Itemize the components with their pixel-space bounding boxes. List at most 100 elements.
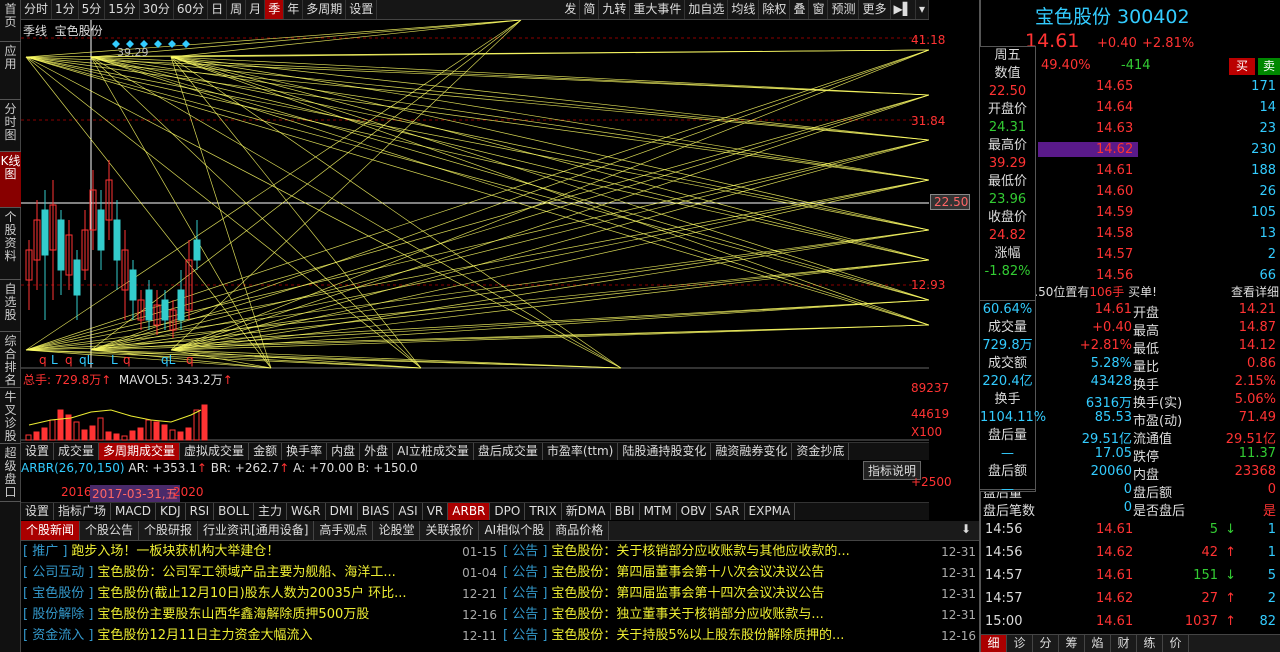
news-row-right[interactable]: [ 公告 ] 宝色股份：第四届董事会第十八次会议决议公告 12-31 [503, 562, 978, 584]
bottom-tab-6[interactable]: 练 [1137, 635, 1163, 652]
order-price-1[interactable]: 14.64 [1096, 100, 1133, 115]
toolbar-btn-9[interactable]: 预测 [828, 0, 860, 19]
export-icon[interactable]: ▶▌ [891, 0, 916, 19]
volume-tab-2[interactable]: 多周期成交量 [99, 443, 181, 460]
news-tab-6[interactable]: 关联报价 [420, 521, 480, 540]
indicator-tab-12[interactable]: ARBR [448, 503, 491, 520]
order-price-9[interactable]: 14.56 [1096, 268, 1133, 283]
period-tab-5[interactable]: 60分 [174, 0, 209, 19]
news-tab-4[interactable]: 高手观点 [314, 521, 374, 540]
order-price-2[interactable]: 14.63 [1096, 121, 1133, 136]
bottom-tab-1[interactable]: 诊 [1007, 635, 1033, 652]
period-tab-7[interactable]: 周 [227, 0, 247, 19]
left-tab-7[interactable]: 牛叉诊股 [0, 388, 21, 444]
indicator-tab-14[interactable]: TRIX [525, 503, 562, 520]
news-row-right[interactable]: [ 公告 ] 宝色股份：独立董事关于核销部分应收账款与... 12-31 [503, 604, 978, 626]
toolbar-btn-3[interactable]: 重大事件 [630, 0, 686, 19]
volume-tab-0[interactable]: 设置 [21, 443, 55, 460]
bottom-tab-2[interactable]: 分 [1033, 635, 1059, 652]
timeline[interactable]: 2016 2017-03-31,五 2020 [21, 485, 929, 502]
period-tab-12[interactable]: 设置 [346, 0, 378, 19]
order-price-0[interactable]: 14.65 [1096, 79, 1133, 94]
news-row-right[interactable]: [ 公告 ] 宝色股份：第四届监事会第十四次会议决议公告 12-31 [503, 583, 978, 605]
toolbar-btn-6[interactable]: 除权 [759, 0, 791, 19]
news-tab-1[interactable]: 个股公告 [80, 521, 140, 540]
indicator-tab-9[interactable]: BIAS [358, 503, 395, 520]
toolbar-btn-0[interactable]: 发 [561, 0, 581, 19]
period-tab-4[interactable]: 30分 [140, 0, 174, 19]
news-row-left[interactable]: [ 资金流入 ] 宝色股份12月11日主力资金大幅流入 12-11 [23, 625, 501, 647]
left-tab-8[interactable]: 超级盘口 [0, 444, 21, 502]
toolbar-btn-1[interactable]: 简 [580, 0, 600, 19]
toolbar-btn-2[interactable]: 九转 [599, 0, 631, 19]
volume-tab-12[interactable]: 融资融券变化 [711, 443, 793, 460]
view-detail-link[interactable]: 查看详细 [1231, 283, 1279, 300]
indicator-tab-18[interactable]: OBV [677, 503, 712, 520]
left-tab-0[interactable]: 首页 [0, 0, 21, 42]
order-price-3[interactable]: 14.62 [1038, 142, 1138, 157]
toolbar-btn-10[interactable]: 更多 [859, 0, 891, 19]
indicator-tab-16[interactable]: BBI [611, 503, 640, 520]
indicator-tab-5[interactable]: BOLL [214, 503, 255, 520]
left-tab-1[interactable]: 应用 [0, 42, 21, 100]
news-tab-7[interactable]: AI相似个股 [479, 521, 551, 540]
indicator-tab-3[interactable]: KDJ [156, 503, 186, 520]
indicator-tab-6[interactable]: 主力 [254, 503, 288, 520]
news-row-right[interactable]: [ 公告 ] 宝色股份：关于持股5%以上股东股份解除质押的... 12-16 [503, 625, 978, 647]
news-tab-0[interactable]: 个股新闻 [21, 521, 81, 540]
indicator-tab-11[interactable]: VR [423, 503, 449, 520]
news-tab-5[interactable]: 论股堂 [373, 521, 421, 540]
indicator-tab-15[interactable]: 新DMA [562, 503, 611, 520]
period-tab-3[interactable]: 15分 [105, 0, 140, 19]
period-tab-6[interactable]: 日 [208, 0, 228, 19]
buy-button[interactable]: 买 [1229, 58, 1255, 75]
left-tab-3[interactable]: K线图 [0, 152, 21, 208]
volume-tab-9[interactable]: 盘后成交量 [474, 443, 543, 460]
volume-tab-10[interactable]: 市盈率(ttm) [543, 443, 619, 460]
indicator-tab-2[interactable]: MACD [111, 503, 157, 520]
period-tab-8[interactable]: 月 [246, 0, 266, 19]
news-tab-3[interactable]: 行业资讯[通用设备] [198, 521, 315, 540]
indicator-tab-17[interactable]: MTM [640, 503, 677, 520]
indicator-tab-0[interactable]: 设置 [21, 503, 55, 520]
indicator-tab-8[interactable]: DMI [326, 503, 358, 520]
toolbar-btn-8[interactable]: 窗 [809, 0, 829, 19]
indicator-tab-19[interactable]: SAR [711, 503, 745, 520]
indicator-tab-20[interactable]: EXPMA [745, 503, 796, 520]
toolbar-btn-7[interactable]: 叠 [790, 0, 810, 19]
dropdown-icon[interactable]: ▾ [916, 0, 929, 19]
order-price-7[interactable]: 14.58 [1096, 226, 1133, 241]
bottom-tab-0[interactable]: 细 [981, 635, 1007, 652]
left-tab-5[interactable]: 自选股 [0, 280, 21, 332]
kline-chart[interactable]: q Lq qL Lq qL q 季线 宝色股份 39.29 总手: 729.8万↑ MAV… [21, 20, 929, 448]
period-tab-0[interactable]: 分时 [21, 0, 53, 19]
news-tab-2[interactable]: 个股研报 [139, 521, 199, 540]
volume-tab-13[interactable]: 资金抄底 [792, 443, 850, 460]
indicator-tab-1[interactable]: 指标广场 [54, 503, 112, 520]
volume-tab-11[interactable]: 陆股通持股变化 [618, 443, 712, 460]
news-row-left[interactable]: [ 推广 ] 跑步入场！一板块获机构大举建仓！ 01-15 [23, 541, 501, 563]
volume-tab-5[interactable]: 换手率 [282, 443, 328, 460]
period-tab-10[interactable]: 年 [284, 0, 304, 19]
download-icon[interactable]: ⬇ [961, 522, 971, 536]
period-tab-9[interactable]: 季 [265, 0, 285, 19]
news-row-left[interactable]: [ 股份解除 ] 宝色股份主要股东山西华鑫海解除质押500万股 12-16 [23, 604, 501, 626]
bottom-tab-3[interactable]: 筹 [1059, 635, 1085, 652]
bottom-tab-7[interactable]: 价 [1163, 635, 1189, 652]
volume-tab-1[interactable]: 成交量 [54, 443, 100, 460]
volume-tab-3[interactable]: 虚拟成交量 [180, 443, 250, 460]
toolbar-btn-4[interactable]: 加自选 [685, 0, 729, 19]
news-row-left[interactable]: [ 公司互动 ] 宝色股份：公司军工领域产品主要为舰船、海洋工... 01-04 [23, 562, 501, 584]
bottom-tab-5[interactable]: 财 [1111, 635, 1137, 652]
left-tab-2[interactable]: 分时图 [0, 100, 21, 152]
indicator-tab-4[interactable]: RSI [186, 503, 215, 520]
period-tab-11[interactable]: 多周期 [303, 0, 347, 19]
toolbar-btn-5[interactable]: 均线 [728, 0, 760, 19]
volume-tab-8[interactable]: AI立桩成交量 [393, 443, 474, 460]
order-price-4[interactable]: 14.61 [1096, 163, 1133, 178]
news-row-left[interactable]: [ 宝色股份 ] 宝色股份(截止12月10日)股东人数为20035户 环比... 1… [23, 583, 501, 605]
period-tab-2[interactable]: 5分 [79, 0, 106, 19]
bottom-tab-4[interactable]: 焰 [1085, 635, 1111, 652]
indicator-tab-10[interactable]: ASI [394, 503, 423, 520]
left-tab-6[interactable]: 综合排名 [0, 332, 21, 388]
